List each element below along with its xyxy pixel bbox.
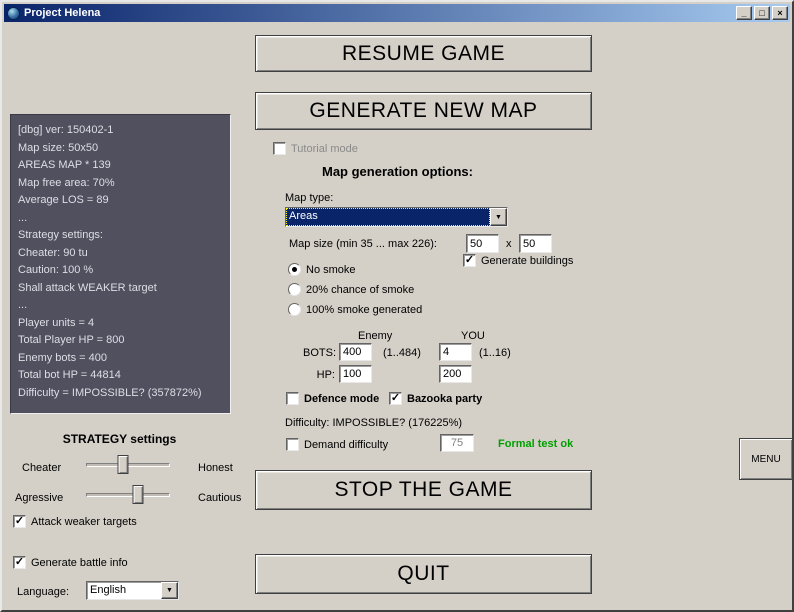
enemy-hp-input[interactable] — [339, 365, 372, 383]
resume-game-button[interactable]: RESUME GAME — [255, 35, 592, 72]
radio-circle — [288, 283, 301, 296]
radio-dot — [292, 267, 297, 272]
radio-label: No smoke — [306, 263, 356, 276]
checkbox-box: ✓ — [273, 142, 286, 155]
bots-row-label: BOTS: — [303, 347, 337, 359]
demand-difficulty-input — [440, 434, 474, 452]
map-size-label: Map size (min 35 ... max 226): — [289, 238, 437, 250]
difficulty-status-text: Difficulty: IMPOSSIBLE? (176225%) — [285, 417, 463, 429]
slider1-left-label: Cheater — [22, 462, 62, 474]
formal-test-status: Formal test ok — [498, 438, 574, 450]
map-type-select[interactable]: Areas ▼ — [285, 207, 508, 227]
you-column-header: YOU — [461, 330, 485, 342]
aggressive-cautious-slider[interactable] — [86, 484, 170, 506]
radio-circle — [288, 303, 301, 316]
window-title: Project Helena — [24, 7, 101, 19]
strategy-heading: STRATEGY settings — [62, 432, 177, 446]
map-height-input[interactable] — [519, 234, 552, 253]
enemy-column-header: Enemy — [358, 330, 393, 342]
minimize-button[interactable]: _ — [736, 6, 752, 20]
debug-info-panel: [dbg] ver: 150402-1 Map size: 50x50 AREA… — [10, 114, 231, 414]
generate-new-map-button[interactable]: GENERATE NEW MAP — [255, 92, 592, 130]
slider-thumb[interactable] — [117, 455, 129, 474]
menu-button[interactable]: MENU — [739, 438, 792, 480]
radio-100-smoke[interactable]: 100% smoke generated — [288, 303, 422, 316]
map-type-label: Map type: — [285, 192, 334, 204]
checkbox-box: ✓ — [13, 556, 26, 569]
bazooka-party-checkbox[interactable]: ✓ Bazooka party — [389, 392, 482, 405]
radio-label: 100% smoke generated — [306, 303, 423, 316]
language-value: English — [90, 584, 127, 596]
you-hp-input[interactable] — [439, 365, 472, 383]
maximize-button[interactable]: □ — [754, 6, 770, 20]
defence-mode-checkbox[interactable]: ✓ Defence mode — [286, 392, 379, 405]
app-window: Project Helena _ □ × RESUME GAME GENERAT… — [0, 0, 794, 612]
map-type-value: Areas — [286, 208, 490, 226]
check-icon: ✓ — [464, 254, 475, 266]
checkbox-label: Tutorial mode — [291, 142, 358, 155]
checkbox-box: ✓ — [463, 254, 476, 267]
check-icon: ✓ — [14, 515, 25, 527]
checkbox-box: ✓ — [13, 515, 26, 528]
language-select[interactable]: English ▼ — [86, 581, 179, 600]
checkbox-box: ✓ — [286, 392, 299, 405]
stop-the-game-button[interactable]: STOP THE GAME — [255, 470, 592, 510]
checkbox-label: Generate buildings — [481, 254, 574, 267]
quit-button[interactable]: QUIT — [255, 554, 592, 594]
demand-difficulty-checkbox[interactable]: ✓ Demand difficulty — [286, 438, 388, 451]
enemy-bots-range: (1..484) — [383, 347, 421, 359]
checkbox-label: Generate battle info — [31, 556, 128, 569]
you-bots-range: (1..16) — [479, 347, 511, 359]
radio-circle — [288, 263, 301, 276]
checkbox-label: Demand difficulty — [304, 438, 389, 451]
tutorial-mode-checkbox: ✓ Tutorial mode — [273, 142, 358, 155]
slider-thumb[interactable] — [132, 485, 144, 504]
generate-buildings-checkbox[interactable]: ✓ Generate buildings — [463, 254, 573, 267]
dropdown-arrow-icon[interactable]: ▼ — [490, 208, 507, 226]
slider2-left-label: Agressive — [15, 492, 64, 504]
generate-battle-info-checkbox[interactable]: ✓ Generate battle info — [13, 556, 128, 569]
enemy-bots-input[interactable] — [339, 343, 372, 361]
check-icon: ✓ — [14, 556, 25, 568]
checkbox-label: Attack weaker targets — [31, 515, 137, 528]
slider-track — [86, 493, 170, 497]
app-icon — [7, 6, 20, 20]
title-bar[interactable]: Project Helena _ □ × — [4, 4, 790, 22]
window-controls: _ □ × — [736, 6, 788, 20]
checkbox-label: Bazooka party — [407, 392, 483, 405]
map-options-heading: Map generation options: — [322, 164, 473, 179]
dropdown-arrow-icon[interactable]: ▼ — [161, 582, 178, 599]
language-label: Language: — [17, 586, 69, 598]
you-bots-input[interactable] — [439, 343, 472, 361]
checkbox-box: ✓ — [389, 392, 402, 405]
map-size-separator: x — [506, 238, 512, 250]
slider1-right-label: Honest — [198, 462, 233, 474]
radio-label: 20% chance of smoke — [306, 283, 415, 296]
checkbox-label: Defence mode — [304, 392, 380, 405]
radio-no-smoke[interactable]: No smoke — [288, 263, 356, 276]
check-icon: ✓ — [390, 392, 401, 404]
radio-20-smoke[interactable]: 20% chance of smoke — [288, 283, 414, 296]
hp-row-label: HP: — [316, 369, 335, 381]
slider2-right-label: Cautious — [198, 492, 242, 504]
attack-weaker-targets-checkbox[interactable]: ✓ Attack weaker targets — [13, 515, 137, 528]
close-button[interactable]: × — [772, 6, 788, 20]
checkbox-box: ✓ — [286, 438, 299, 451]
map-width-input[interactable] — [466, 234, 499, 253]
cheater-honest-slider[interactable] — [86, 454, 170, 476]
